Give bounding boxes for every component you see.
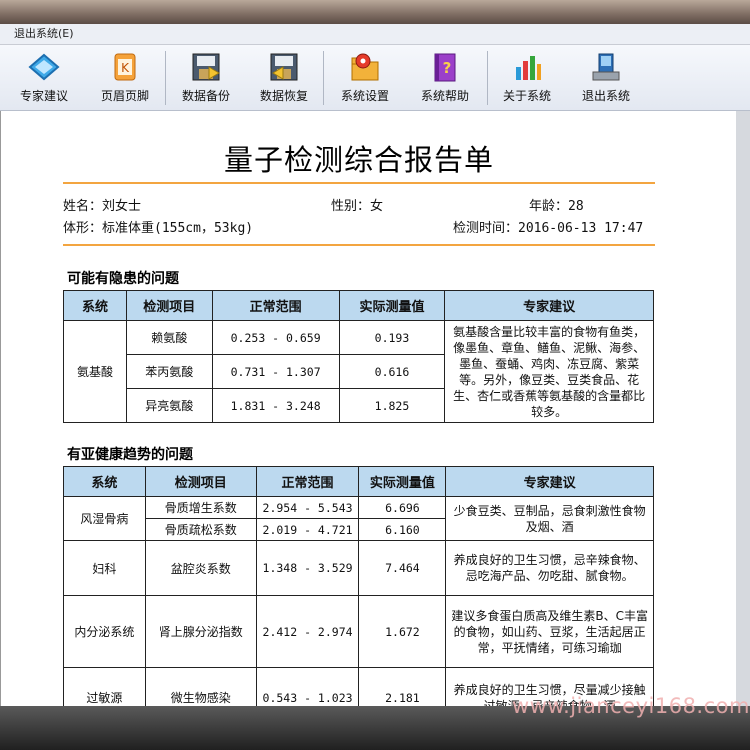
help-book-icon: ? xyxy=(428,51,462,83)
range-cell: 2.412 - 2.974 xyxy=(255,595,360,668)
about-system-button[interactable]: 关于系统 xyxy=(488,49,566,107)
test-time: 检测时间：2016-06-13 17:47 xyxy=(453,221,644,236)
system-settings-label: 系统设置 xyxy=(340,89,389,103)
exit-system-label: 退出系统 xyxy=(581,89,630,103)
section1-title: 可能有隐患的问题 xyxy=(67,271,179,287)
expert-advice-button[interactable]: 专家建议 xyxy=(5,49,83,107)
header-range: 正常范围 xyxy=(211,290,340,321)
about-system-label: 关于系统 xyxy=(502,89,551,103)
value-cell: 6.696 xyxy=(358,496,447,519)
expert-advice-label: 专家建议 xyxy=(19,89,68,103)
header-footer-icon: K xyxy=(108,51,142,83)
header-system: 系统 xyxy=(63,290,127,321)
menu-exit[interactable]: 退出系统(E) xyxy=(14,24,74,44)
header-footer-label: 页眉页脚 xyxy=(100,89,149,103)
header-range: 正常范围 xyxy=(255,466,360,497)
system-help-label: 系统帮助 xyxy=(420,89,469,103)
value-cell: 2.181 xyxy=(358,667,447,706)
table-row: 内分泌系统 肾上腺分泌指数 2.412 - 2.974 1.672 建议多食蛋白… xyxy=(63,595,654,668)
item-cell: 盆腔炎系数 xyxy=(144,540,257,596)
system-cell: 过敏源 xyxy=(63,667,146,706)
system-cell: 氨基酸 xyxy=(63,320,127,423)
data-backup-label: 数据备份 xyxy=(181,89,230,103)
range-cell: 2.954 - 5.543 xyxy=(255,496,360,519)
data-restore-icon xyxy=(267,51,301,83)
header-footer-button[interactable]: K 页眉页脚 xyxy=(86,49,164,107)
svg-text:K: K xyxy=(121,61,130,75)
system-cell: 风湿骨病 xyxy=(63,496,146,541)
table-row: 妇科 盆腔炎系数 1.348 - 3.529 7.464 养成良好的卫生习惯，忌… xyxy=(63,540,654,596)
table-subhealth-issues: 系统 检测项目 正常范围 实际测量值 专家建议 风湿骨病 骨质增生系数 2.95… xyxy=(63,466,654,706)
patient-age: 年龄：28 xyxy=(529,199,584,214)
advice-cell: 建议多食蛋白质高及维生素B、C丰富的食物，如山药、豆浆，生活起居正常，平抚情绪，… xyxy=(445,595,654,668)
range-cell: 0.731 - 1.307 xyxy=(211,354,340,389)
patient-gender: 性别：女 xyxy=(331,199,384,214)
divider xyxy=(63,244,655,246)
watermark: www.jianceyi168.com xyxy=(512,694,750,718)
system-cell: 妇科 xyxy=(63,540,146,596)
header-value: 实际测量值 xyxy=(338,290,446,321)
report-document: 量子检测综合报告单 姓名：刘女士 性别：女 年龄：28 体形：标准体重(155c… xyxy=(0,111,737,706)
value-cell: 0.193 xyxy=(338,320,446,355)
svg-text:?: ? xyxy=(443,59,452,77)
report-title: 量子检测综合报告单 xyxy=(223,143,494,177)
data-backup-icon xyxy=(189,51,223,83)
value-cell: 1.825 xyxy=(338,388,446,423)
value-cell: 7.464 xyxy=(358,540,447,596)
table-risk-issues: 系统 检测项目 正常范围 实际测量值 专家建议 氨基酸 赖氨酸 0.253 - … xyxy=(63,290,654,423)
value-cell: 1.672 xyxy=(358,595,447,668)
divider xyxy=(63,182,655,184)
header-advice: 专家建议 xyxy=(445,466,654,497)
about-chart-icon xyxy=(510,51,544,83)
exit-computer-icon xyxy=(589,51,623,83)
exit-system-button[interactable]: 退出系统 xyxy=(567,49,645,107)
table-row: 氨基酸 赖氨酸 0.253 - 0.659 0.193 氨基酸含量比较丰富的食物… xyxy=(63,320,654,423)
system-settings-button[interactable]: 系统设置 xyxy=(326,49,404,107)
item-cell: 苯丙氨酸 xyxy=(125,354,213,389)
data-restore-button[interactable]: 数据恢复 xyxy=(245,49,323,107)
advice-cell: 养成良好的卫生习惯，忌辛辣食物、忌吃海产品、勿吃甜、腻食物。 xyxy=(445,540,654,596)
data-restore-label: 数据恢复 xyxy=(259,89,308,103)
advice-cell: 少食豆类、豆制品，忌食刺激性食物及烟、酒 xyxy=(445,496,654,541)
header-advice: 专家建议 xyxy=(444,290,654,321)
expert-advice-icon xyxy=(27,51,61,83)
header-item: 检测项目 xyxy=(144,466,257,497)
range-cell: 1.831 - 3.248 xyxy=(211,388,340,423)
item-cell: 微生物感染 xyxy=(144,667,257,706)
header-item: 检测项目 xyxy=(125,290,213,321)
section2-title: 有亚健康趋势的问题 xyxy=(67,447,193,463)
menu-bar: 退出系统(E) xyxy=(0,24,750,45)
table-header-row: 系统 检测项目 正常范围 实际测量值 专家建议 xyxy=(63,466,654,497)
window-titlebar xyxy=(0,0,750,24)
advice-cell: 氨基酸含量比较丰富的食物有鱼类，像墨鱼、章鱼、鳝鱼、泥鳅、海参、墨鱼、蚕蛹、鸡肉… xyxy=(444,320,654,423)
item-cell: 肾上腺分泌指数 xyxy=(144,595,257,668)
table-header-row: 系统 检测项目 正常范围 实际测量值 专家建议 xyxy=(63,290,654,321)
data-backup-button[interactable]: 数据备份 xyxy=(167,49,245,107)
value-cell: 0.616 xyxy=(338,354,446,389)
range-cell: 0.543 - 1.023 xyxy=(255,667,360,706)
system-cell: 内分泌系统 xyxy=(63,595,146,668)
system-help-button[interactable]: ? 系统帮助 xyxy=(406,49,484,107)
item-cell: 骨质增生系数 xyxy=(144,496,257,519)
toolbar: 专家建议 K 页眉页脚 数据备份 数据恢复 系统设置 ? 系统帮助 关于系统 退… xyxy=(0,45,750,111)
range-cell: 2.019 - 4.721 xyxy=(255,518,360,541)
toolbar-separator xyxy=(323,51,324,105)
range-cell: 0.253 - 0.659 xyxy=(211,320,340,355)
patient-body: 体形：标准体重(155cm，53kg) xyxy=(63,221,254,236)
item-cell: 异亮氨酸 xyxy=(125,388,213,423)
range-cell: 1.348 - 3.529 xyxy=(255,540,360,596)
right-border xyxy=(736,111,750,706)
header-value: 实际测量值 xyxy=(358,466,447,497)
item-cell: 赖氨酸 xyxy=(125,320,213,355)
header-system: 系统 xyxy=(63,466,146,497)
value-cell: 6.160 xyxy=(358,518,447,541)
patient-name: 姓名：刘女士 xyxy=(63,199,142,214)
table-row: 风湿骨病 骨质增生系数 2.954 - 5.543 6.696 少食豆类、豆制品… xyxy=(63,496,654,541)
toolbar-separator xyxy=(165,51,166,105)
system-settings-icon xyxy=(348,51,382,83)
item-cell: 骨质疏松系数 xyxy=(144,518,257,541)
